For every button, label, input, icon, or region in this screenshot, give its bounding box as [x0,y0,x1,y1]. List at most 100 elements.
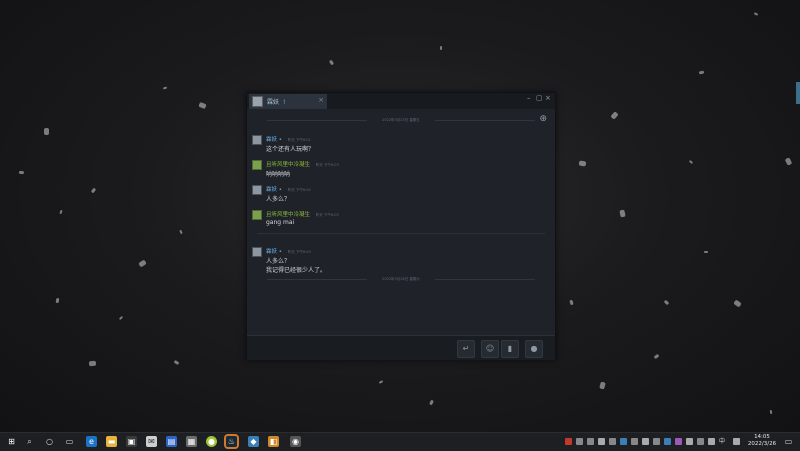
sender-name: 且听风里中冷凝生 [266,162,311,168]
snow-particle [610,111,619,120]
sender-name: 霖妖 [266,249,278,255]
close-icon[interactable]: × [545,94,551,102]
message-input[interactable] [251,340,451,356]
maximize-icon[interactable]: ▢ [536,94,543,102]
tray-icon[interactable] [631,438,638,445]
message-time: 昨天 下午6:03 [315,163,339,167]
tray-icon[interactable] [664,438,671,445]
snow-particle [769,409,773,415]
windows-taskbar: ⊞ ⌕ ○ ▭ e ▬ ▣ ✉ ▤ ▦ ● ♨ ◆ ◧ ◉ 中 14:05 20… [0,432,800,451]
send-icon[interactable]: ↵ [457,340,475,358]
app-icon-6[interactable]: ◉ [290,436,301,447]
message-text: 呐呐呐呐 [266,171,291,178]
ime-indicator[interactable]: 中 [717,436,727,447]
sender-suffix: • [278,187,283,193]
sender-avatar [252,210,262,220]
snow-particle [753,12,759,16]
message-time: 昨天 下午6:05 [315,213,339,217]
sender-suffix: • [278,137,283,143]
volume-icon[interactable] [708,438,715,445]
tray-icon[interactable] [620,438,627,445]
sender-avatar [252,247,262,257]
snow-particle [378,380,384,384]
tray-icon[interactable] [642,438,649,445]
tray-icon[interactable] [598,438,605,445]
snow-particle [569,299,574,306]
tab-friend-suffix: ! [282,99,286,106]
keyboard-icon[interactable] [733,438,740,445]
start-icon[interactable]: ⊞ [6,436,17,447]
edge-icon[interactable]: e [86,436,97,447]
snow-particle [328,59,335,66]
snow-particle [663,299,670,306]
tray-icon[interactable] [609,438,616,445]
clock-date: 2022/3/26 [747,441,777,447]
chat-tab-active[interactable]: 霖妖 ! × [249,94,327,109]
app-icon-5[interactable]: ◧ [268,436,279,447]
snow-particle [90,187,97,194]
snow-particle [18,170,25,175]
snow-particle [698,70,705,75]
snow-particle [733,299,742,308]
tray-icon[interactable] [576,438,583,445]
message-time: 昨天 下午6:01 [287,138,311,142]
snow-particle [578,160,587,167]
date-separator-bottom: 2022年3月26日 星期六 [257,275,545,283]
message-divider [257,233,545,234]
snow-particle [88,360,97,367]
app-icon-2[interactable]: ▦ [186,436,197,447]
snow-particle [44,128,49,135]
message-input-bar[interactable]: ↵ ☺ ▮ ● [247,335,555,360]
chat-titlebar[interactable]: 霖妖 ! × – ▢ × [247,93,555,109]
sender-name: 且听风里中冷凝生 [266,212,311,218]
snow-particle [439,45,443,51]
snow-particle [784,157,793,166]
tray-icon[interactable] [686,438,693,445]
clock[interactable]: 14:05 2022/3/26 [742,434,782,448]
clock-time: 14:05 [754,434,770,440]
snow-particle [138,259,147,268]
snow-particle [198,101,207,110]
message-text: 人多么？ [266,196,291,203]
cortana-icon[interactable]: ○ [44,436,55,447]
tray-icon[interactable] [587,438,594,445]
tray-icon[interactable] [653,438,660,445]
mail-icon[interactable]: ✉ [146,436,157,447]
sender-name: 霖妖 [266,137,278,143]
file-explorer-icon[interactable]: ▬ [106,436,117,447]
message-area[interactable]: 2022年3月25日 星期五 ⊕ 霖妖 • 昨天 下午6:01 这个还有人玩啊？… [247,111,555,333]
snow-particle [688,159,694,165]
tab-close-icon[interactable]: × [318,96,324,104]
friend-avatar [252,96,263,107]
steam-icon[interactable]: ♨ [224,434,239,449]
sender-avatar [252,160,262,170]
snow-particle [599,381,606,390]
store-icon[interactable]: ▣ [126,436,137,447]
message-text: 人多么？ [266,258,291,265]
tray-icon[interactable] [675,438,682,445]
notification-icon[interactable]: ▭ [783,436,794,447]
tray-icon[interactable] [565,438,572,445]
search-icon[interactable]: ⌕ [24,436,35,447]
voice-icon[interactable]: ● [525,340,543,358]
task-view-icon[interactable]: ▭ [64,436,75,447]
snow-particle [429,399,434,406]
attach-icon[interactable]: ▮ [501,340,519,358]
message-time: 昨天 下午6:09 [287,250,311,254]
emoji-icon[interactable]: ☺ [481,340,499,358]
message-text: 我记得已经很少人了。 [266,267,327,274]
snow-particle [59,209,63,215]
app-icon-1[interactable]: ▤ [166,436,177,447]
sender-avatar [252,135,262,145]
snow-particle [653,353,660,360]
minimize-icon[interactable]: – [527,94,531,102]
app-icon-3[interactable]: ● [206,436,217,447]
snow-particle [162,86,168,90]
add-friend-icon[interactable]: ⊕ [539,114,547,124]
snow-particle [703,250,709,254]
message-text: gang mai [266,219,295,226]
app-icon-4[interactable]: ◆ [248,436,259,447]
edge-indicator [796,82,800,104]
sender-suffix: • [278,249,283,255]
tray-icon[interactable] [697,438,704,445]
